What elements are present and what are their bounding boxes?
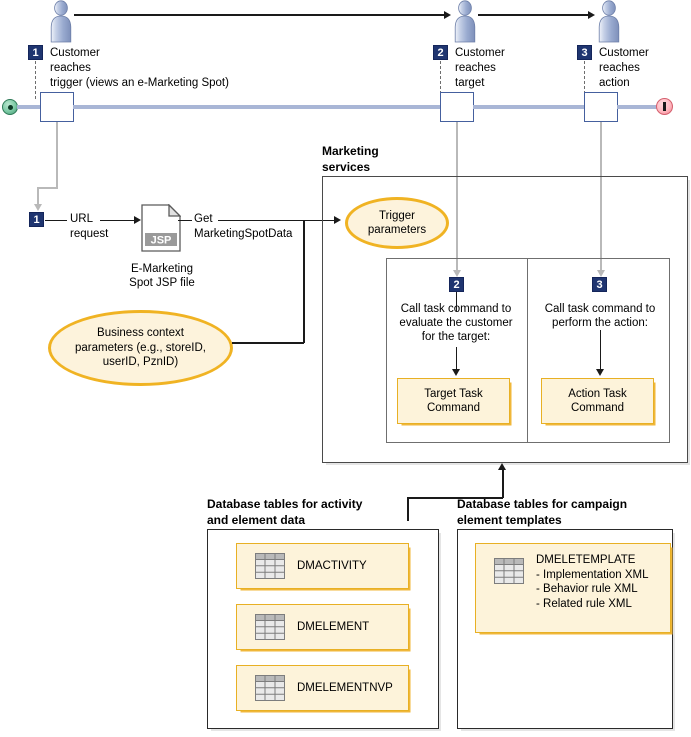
actor-arrow-2-3-head	[588, 10, 595, 19]
db-table-name: DMELEMENT	[297, 620, 370, 633]
step-marker-3: 3	[577, 45, 592, 60]
task-desc-2-line2: evaluate the customer	[399, 317, 513, 329]
step-3-caption-line3: action	[599, 77, 630, 89]
trigger-parameters-ellipse: Trigger parameters	[345, 197, 449, 249]
business-context-line3: userID, PznID)	[102, 356, 179, 369]
step-3-caption-line2: reaches	[599, 62, 640, 74]
db-left-title-line1: Database tables for activity	[207, 497, 363, 511]
marketing-services-title-line1: Marketing	[322, 144, 379, 158]
trigger-parameters-line2: parameters	[367, 224, 427, 236]
table-icon	[255, 553, 285, 579]
task-step-marker-3: 3	[592, 277, 607, 292]
action-task-command-line2: Command	[570, 402, 625, 414]
jsp-out-line-left	[178, 219, 192, 221]
jsp-caption-line2: Spot JSP file	[129, 277, 195, 289]
db-table-dmactivity: DMACTIVITY	[236, 543, 409, 589]
url-request-label-line2: request	[70, 228, 109, 240]
request-step-marker: 1	[29, 212, 44, 227]
table-icon	[255, 614, 285, 640]
db-table-dmelementnvp: DMELEMENTNVP	[236, 665, 409, 711]
step-2-caption-line1: Customer	[455, 47, 505, 59]
step-1-caption-line3: trigger (views an e-Marketing Spot)	[50, 77, 229, 89]
target-task-command-line2: Command	[426, 402, 481, 414]
url-request-label-line1: URL	[70, 213, 94, 225]
db-to-services-connector-v	[502, 470, 504, 498]
svg-text:JSP: JSP	[151, 235, 172, 247]
business-context-elbow-h	[232, 342, 304, 344]
step-marker-1: 1	[28, 45, 43, 60]
db-table-dmelement: DMELEMENT	[236, 604, 409, 650]
step-3-caption-line1: Customer	[599, 47, 649, 59]
lifeline-segment-start	[17, 105, 41, 109]
action-task-command-line1: Action Task	[568, 387, 627, 400]
business-context-line1: Business context	[97, 327, 184, 340]
actor-icon-3	[596, 0, 622, 48]
task-commands-divider	[527, 258, 528, 443]
table-icon	[255, 675, 285, 701]
actor-arrow-1-2-line	[74, 14, 445, 16]
actor-icon-2	[452, 0, 478, 48]
get-line-right	[218, 219, 335, 221]
step-2-caption-line2: reaches	[455, 62, 496, 74]
task-desc-3-line2: perform the action:	[552, 317, 648, 329]
url-line-to-jsp	[100, 219, 135, 221]
get-label-line2: MarketingSpotData	[194, 228, 293, 240]
lifeline-box-1	[40, 92, 74, 122]
target-task-command-line1: Target Task	[424, 387, 483, 400]
step-marker-2: 2	[433, 45, 448, 60]
step-1-dash-connector	[35, 61, 36, 99]
db-to-services-arrowhead	[498, 463, 506, 470]
task-desc-2-line3: for the target:	[421, 331, 491, 343]
db-table-name: DMACTIVITY	[297, 559, 367, 572]
db-left-title-line2: and element data	[207, 513, 306, 527]
trigger-parameters-line1: Trigger	[378, 209, 415, 222]
diagram-canvas: 1 Customer reaches trigger (views an e-M…	[0, 0, 691, 737]
task-3-arrow-line	[599, 330, 601, 371]
drop-from-box1-v1	[56, 122, 58, 188]
lifeline-segment-2-3	[473, 105, 585, 109]
task-3-arrowhead	[595, 369, 604, 376]
lifeline-segment-end	[617, 105, 658, 109]
db-table-name: DMELEMENTNVP	[297, 681, 393, 694]
task-desc-3-line1: Call task command to	[544, 303, 656, 315]
start-node	[2, 99, 18, 115]
db-table-dmeletemplate: DMELETEMPLATE - Implementation XML - Beh…	[475, 543, 671, 633]
db-right-title-line1: Database tables for campaign	[457, 497, 628, 511]
step-1-caption-line1: Customer	[50, 47, 100, 59]
actor-icon-1	[48, 0, 74, 48]
request-line-to-url	[45, 219, 67, 221]
drop-from-box1-v2	[37, 187, 39, 205]
actor-arrow-1-2-head	[444, 10, 451, 19]
marketing-services-title-line2: services	[322, 160, 371, 174]
business-context-line2: parameters (e.g., storeID,	[74, 341, 207, 354]
table-icon	[494, 558, 524, 584]
drop-from-box1-arrowhead	[33, 204, 42, 211]
lifeline-box-2	[440, 92, 474, 122]
db-table-bullet-2: - Behavior rule XML	[536, 583, 638, 595]
task-2-arrow-upper	[455, 292, 457, 312]
lifeline-segment-1-2	[73, 105, 441, 109]
step-1-caption-line2: reaches	[50, 62, 91, 74]
target-task-command-box: Target Task Command	[397, 378, 510, 424]
action-task-command-box: Action Task Command	[541, 378, 654, 424]
db-table-bullet-1: - Implementation XML	[536, 568, 649, 581]
url-arrowhead	[134, 216, 141, 224]
get-label-line1: Get	[194, 213, 213, 225]
jsp-file-icon: JSP	[141, 203, 182, 257]
actor-arrow-2-3-line	[478, 14, 589, 16]
drop-from-box1-h	[37, 187, 58, 189]
task-2-arrowhead	[451, 369, 460, 376]
db-to-services-connector-left	[407, 497, 409, 521]
lifeline-box-3	[584, 92, 618, 122]
step-2-caption-line3: target	[455, 77, 485, 89]
task-step-marker-2: 2	[449, 277, 464, 292]
db-table-bullet-3: - Related rule XML	[536, 597, 632, 610]
jsp-caption-line1: E-Marketing	[131, 263, 193, 275]
task-2-arrow-line	[455, 347, 457, 371]
end-node	[656, 98, 673, 115]
business-context-elbow-v	[303, 220, 305, 343]
db-table-name: DMELETEMPLATE	[536, 554, 636, 566]
business-context-ellipse: Business context parameters (e.g., store…	[48, 310, 233, 386]
db-right-title-line2: element templates	[457, 513, 562, 527]
